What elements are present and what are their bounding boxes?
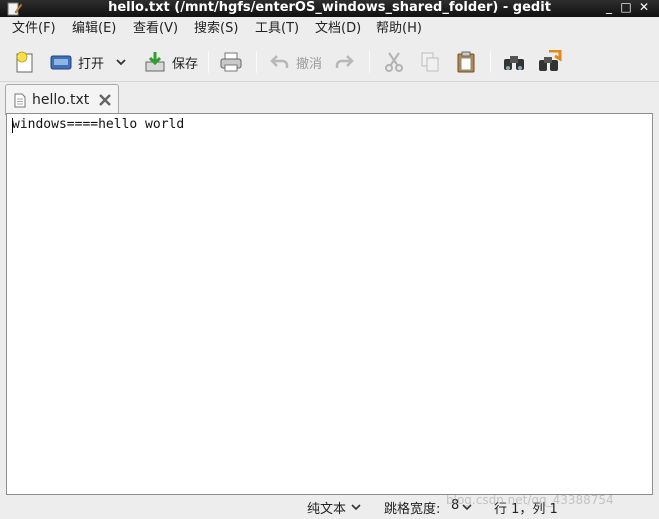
- document-tab[interactable]: hello.txt: [5, 84, 119, 115]
- printer-icon: [220, 52, 242, 72]
- open-label: 打开: [78, 56, 105, 72]
- undo-icon: [270, 55, 289, 68]
- new-document-icon: [16, 51, 33, 73]
- menu-search[interactable]: 搜索(S): [194, 20, 238, 38]
- print-button[interactable]: [219, 49, 243, 75]
- toolbar-separator: [490, 51, 491, 73]
- menu-help[interactable]: 帮助(H): [376, 20, 422, 38]
- copy-icon: [421, 52, 439, 72]
- find-replace-icon: [539, 50, 562, 71]
- menu-file[interactable]: 文件(F): [12, 20, 56, 38]
- tab-filename: hello.txt: [32, 92, 90, 108]
- close-window-button[interactable]: ✕: [637, 0, 651, 16]
- chevron-down-icon[interactable]: [351, 503, 361, 511]
- text-cursor: [12, 118, 13, 133]
- open-recent-dropdown[interactable]: [114, 49, 128, 75]
- text-document-icon: [14, 93, 26, 108]
- toolbar-separator: [208, 51, 209, 73]
- paste-clipboard-icon: [457, 51, 475, 73]
- menu-edit[interactable]: 编辑(E): [72, 20, 116, 38]
- copy-button[interactable]: [420, 49, 440, 75]
- title-bar: hello.txt (/mnt/hgfs/enterOS_windows_sha…: [0, 0, 659, 17]
- menu-bar: 文件(F) 编辑(E) 查看(V) 搜索(S) 工具(T) 文档(D) 帮助(H…: [0, 17, 659, 41]
- new-document-button[interactable]: [14, 49, 36, 75]
- close-tab-icon[interactable]: [98, 93, 112, 107]
- redo-button[interactable]: [334, 49, 354, 75]
- watermark: blog.csdn.net/qq_43388754: [446, 493, 614, 507]
- text-editor-area[interactable]: windows====hello world: [6, 113, 653, 495]
- editor-content[interactable]: windows====hello world: [12, 117, 184, 132]
- menu-view[interactable]: 查看(V): [133, 20, 178, 38]
- paste-button[interactable]: [456, 49, 476, 75]
- open-button[interactable]: 打开: [50, 49, 104, 75]
- redo-icon: [335, 55, 354, 68]
- window-title: hello.txt (/mnt/hgfs/enterOS_windows_sha…: [108, 0, 551, 15]
- cut-button[interactable]: [384, 49, 404, 75]
- language-selector-label[interactable]: 纯文本: [307, 498, 346, 517]
- menu-documents[interactable]: 文档(D): [315, 20, 361, 38]
- save-icon: [145, 52, 165, 72]
- find-button[interactable]: [502, 49, 526, 75]
- toolbar: 打开 保存 撤消: [0, 41, 659, 82]
- save-label: 保存: [172, 56, 199, 72]
- tab-width-label[interactable]: 跳格宽度:: [384, 498, 440, 517]
- undo-button[interactable]: 撤消: [270, 49, 322, 75]
- save-button[interactable]: 保存: [144, 49, 198, 75]
- binoculars-icon: [504, 56, 524, 70]
- document-tab-strip: hello.txt: [0, 82, 659, 115]
- toolbar-separator: [256, 51, 257, 73]
- scissors-icon: [385, 52, 403, 72]
- find-replace-button[interactable]: [537, 49, 563, 75]
- undo-label: 撤消: [296, 56, 323, 72]
- menu-tools[interactable]: 工具(T): [255, 20, 299, 38]
- minimize-button[interactable]: _: [602, 0, 616, 16]
- chevron-down-icon: [116, 59, 126, 66]
- open-folder-icon: [50, 55, 72, 70]
- toolbar-separator: [369, 51, 370, 73]
- maximize-button[interactable]: □: [619, 0, 633, 16]
